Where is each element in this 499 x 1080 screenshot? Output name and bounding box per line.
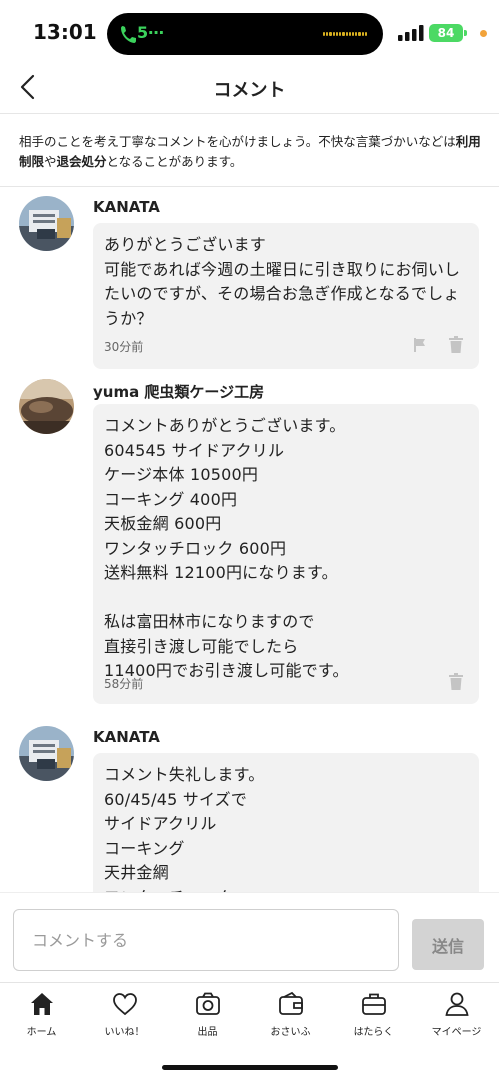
comment-input-bar: 送信 bbox=[0, 892, 499, 982]
call-duration: 5⋯ bbox=[137, 23, 165, 42]
privacy-indicator bbox=[480, 30, 487, 37]
tab-label: マイページ bbox=[431, 1027, 482, 1038]
tab-label: ホーム bbox=[26, 1027, 57, 1038]
notice-text-connector: や bbox=[44, 154, 57, 169]
person-icon bbox=[444, 992, 469, 1016]
comment-text: コメントありがとうございます。 604545 サイドアクリル ケージ本体 105… bbox=[104, 416, 349, 680]
tab-label: おさいふ bbox=[270, 1027, 311, 1038]
trash-icon[interactable] bbox=[448, 336, 464, 353]
camera-icon bbox=[195, 992, 220, 1015]
cellular-signal-icon bbox=[398, 25, 424, 41]
comment-time: 58分前 bbox=[104, 677, 144, 691]
avatar[interactable] bbox=[19, 726, 74, 781]
dynamic-island[interactable]: 5⋯ bbox=[107, 13, 383, 55]
flag-icon[interactable] bbox=[412, 337, 428, 353]
nav-header: コメント bbox=[0, 62, 499, 114]
avatar[interactable] bbox=[19, 379, 74, 434]
tab-label: いいね！ bbox=[104, 1027, 145, 1038]
comment-username[interactable]: KANATA bbox=[93, 198, 160, 216]
comment-text: コメント失礼します。 60/45/45 サイズで サイドアクリル コーキング 天… bbox=[104, 765, 265, 892]
page-title: コメント bbox=[213, 80, 286, 101]
notice-withdrawal: 退会処分 bbox=[56, 154, 107, 169]
comment-list[interactable]: KANATA ありがとうございます 可能であれば今週の土曜日に引き取りにお伺いし… bbox=[0, 188, 499, 892]
trash-icon[interactable] bbox=[448, 673, 464, 690]
battery-tip bbox=[464, 30, 467, 36]
send-button[interactable]: 送信 bbox=[412, 919, 484, 970]
wallet-icon bbox=[278, 991, 303, 1015]
comment-time: 30分前 bbox=[104, 340, 144, 354]
avatar[interactable] bbox=[19, 196, 74, 251]
notice-text: 相手のことを考え丁寧なコメントを心がけましょう。不快な言葉づかいなどは bbox=[19, 134, 456, 149]
heart-icon bbox=[112, 993, 137, 1016]
tab-likes[interactable]: いいね！ bbox=[83, 991, 166, 1041]
comment-input[interactable] bbox=[13, 909, 399, 971]
home-indicator[interactable] bbox=[162, 1065, 338, 1070]
audio-wave-icon bbox=[323, 32, 368, 36]
tab-sell[interactable]: 出品 bbox=[166, 991, 249, 1041]
status-time: 13:01 bbox=[33, 20, 97, 44]
tab-work[interactable]: はたらく bbox=[332, 991, 415, 1041]
comment-text: ありがとうございます 可能であれば今週の土曜日に引き取りにお伺いしたいのですが、… bbox=[104, 235, 461, 328]
tab-label: 出品 bbox=[197, 1027, 218, 1038]
tab-wallet[interactable]: おさいふ bbox=[249, 991, 332, 1041]
comment-username[interactable]: yuma 爬虫類ケージ工房 bbox=[93, 381, 264, 402]
comment-bubble: ありがとうございます 可能であれば今週の土曜日に引き取りにお伺いしたいのですが、… bbox=[93, 223, 479, 369]
comment-guideline-notice: 相手のことを考え丁寧なコメントを心がけましょう。不快な言葉づかいなどは利用制限や… bbox=[0, 114, 499, 187]
briefcase-icon bbox=[361, 993, 386, 1015]
comment-bubble: コメント失礼します。 60/45/45 サイズで サイドアクリル コーキング 天… bbox=[93, 753, 479, 892]
comment-bubble: コメントありがとうございます。 604545 サイドアクリル ケージ本体 105… bbox=[93, 404, 479, 704]
phone-call-icon bbox=[121, 26, 136, 43]
battery-level: 84 bbox=[437, 26, 455, 40]
notice-text-end: となることがあります。 bbox=[106, 154, 243, 169]
comment-username[interactable]: KANATA bbox=[93, 728, 160, 746]
tab-home[interactable]: ホーム bbox=[0, 991, 83, 1041]
tab-label: はたらく bbox=[353, 1027, 394, 1038]
tab-mypage[interactable]: マイページ bbox=[415, 991, 498, 1041]
status-bar: 13:01 5⋯ 84 bbox=[0, 0, 499, 62]
home-icon bbox=[30, 993, 53, 1015]
battery-icon: 84 bbox=[429, 24, 463, 42]
